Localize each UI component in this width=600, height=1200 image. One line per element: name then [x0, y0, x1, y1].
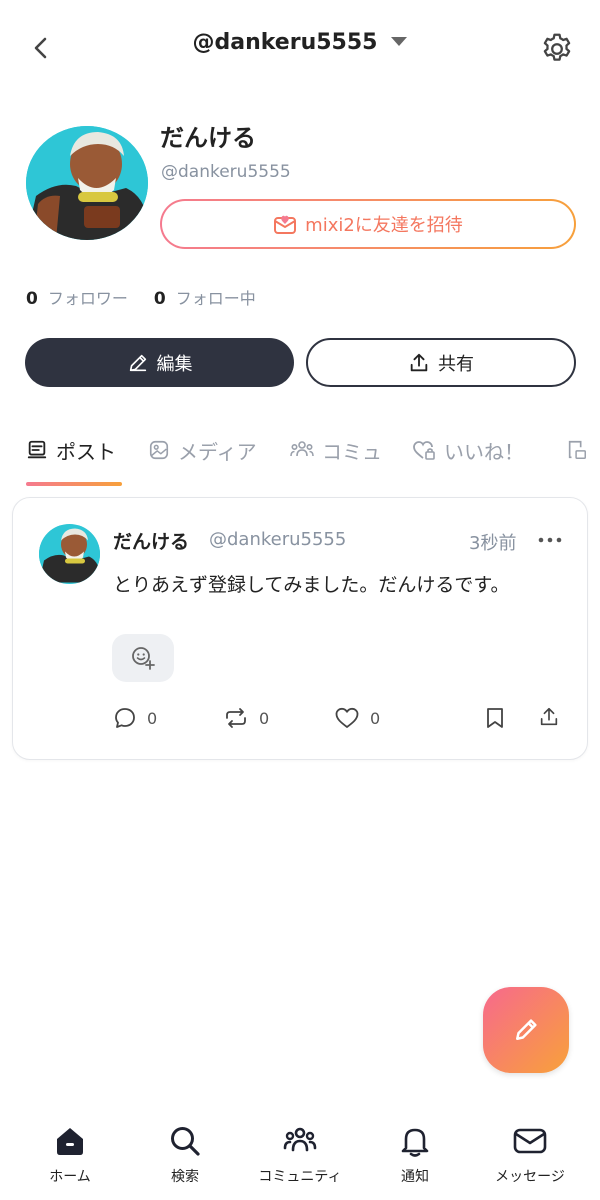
settings-button[interactable]: [536, 28, 578, 70]
tab-label: コミュ: [322, 439, 382, 464]
repost-button[interactable]: 0: [223, 706, 269, 730]
heart-icon: [335, 707, 359, 728]
share-post-button[interactable]: [538, 706, 570, 728]
tab-posts[interactable]: ポスト: [26, 430, 116, 470]
pencil-icon: [516, 1019, 537, 1040]
avatar-illustration: [39, 525, 100, 583]
follow-stats: 0 フォロワー 0 フォロー中: [26, 285, 282, 309]
invite-label: mixi2に友達を招待: [305, 215, 463, 236]
heart-lock-icon: [413, 441, 435, 460]
add-emoji-icon: [132, 647, 155, 670]
avatar-illustration: [26, 126, 148, 240]
repost-icon: [226, 708, 246, 728]
post-body: とりあえず登録してみました。だんけるです。: [113, 574, 510, 596]
repost-count: 0: [259, 708, 270, 728]
image-icon: [149, 440, 169, 460]
nav-label: コミュニティ: [258, 1169, 342, 1185]
nav-notifications[interactable]: 通知: [355, 1124, 475, 1186]
bottom-navigation: ホーム 検索 コミュニティ 通知 メッセージ: [0, 1110, 600, 1200]
reply-count: 0: [147, 708, 158, 728]
caret-down-icon: [391, 36, 408, 46]
profile-handle: @dankeru5555: [161, 162, 291, 182]
followers-label[interactable]: フォロワー: [48, 285, 128, 309]
reply-button[interactable]: 0: [113, 706, 157, 730]
following-label[interactable]: フォロー中: [176, 285, 256, 309]
profile-avatar[interactable]: [26, 126, 148, 240]
tab-community[interactable]: コミュ: [290, 430, 382, 470]
compose-post-button[interactable]: [483, 987, 569, 1073]
mail-icon: [513, 1128, 547, 1154]
account-switcher[interactable]: @dankeru5555: [0, 30, 600, 55]
bookmark-button[interactable]: [485, 706, 515, 730]
tab-more[interactable]: [566, 430, 596, 470]
nav-search[interactable]: 検索: [125, 1124, 245, 1186]
like-count: 0: [370, 708, 381, 728]
community-icon: [290, 441, 314, 457]
gear-icon: [543, 33, 571, 61]
edit-profile-button[interactable]: 編集: [25, 338, 294, 387]
comment-icon: [115, 708, 135, 728]
mail-heart-icon: [274, 215, 297, 234]
search-icon: [171, 1127, 200, 1156]
post-author-name[interactable]: だんける: [113, 527, 189, 554]
app-header: @dankeru5555: [0, 0, 600, 96]
share-profile-button[interactable]: 共有: [306, 338, 576, 387]
nav-label: メッセージ: [495, 1169, 565, 1185]
active-tab-indicator: [26, 482, 122, 486]
post-actions: 0 0 0: [13, 706, 589, 736]
nav-home[interactable]: ホーム: [10, 1124, 130, 1186]
tab-media[interactable]: メディア: [148, 430, 257, 470]
locked-doc-icon: [568, 440, 586, 459]
share-upload-icon: [540, 707, 558, 726]
share-label: 共有: [438, 353, 474, 375]
community-icon: [283, 1127, 317, 1152]
home-icon: [57, 1128, 83, 1155]
edit-label: 編集: [156, 353, 193, 375]
tab-likes[interactable]: いいね！: [412, 430, 524, 470]
add-reaction-button[interactable]: [112, 634, 174, 682]
pencil-icon: [129, 354, 146, 371]
more-horizontal-icon: [538, 537, 562, 543]
nav-label: 通知: [401, 1169, 429, 1185]
display-name: だんける: [160, 124, 256, 152]
nav-label: 検索: [171, 1169, 199, 1185]
bookmark-icon: [487, 708, 503, 728]
tab-label: いいね！: [444, 439, 524, 464]
tab-label: メディア: [178, 439, 257, 464]
nav-label: ホーム: [49, 1169, 91, 1185]
bell-icon: [401, 1128, 429, 1157]
following-count[interactable]: 0: [154, 289, 166, 309]
post-more-button[interactable]: [537, 528, 563, 552]
profile-tabs: ポスト メディア コミュ いいね！: [0, 430, 600, 490]
nav-community[interactable]: コミュニティ: [240, 1124, 360, 1186]
nav-messages[interactable]: メッセージ: [470, 1124, 590, 1186]
tab-label: ポスト: [56, 439, 116, 464]
share-upload-icon: [410, 353, 428, 371]
post-author-handle: @dankeru5555: [209, 529, 347, 550]
post-timestamp: 3秒前: [469, 533, 517, 554]
post-icon: [27, 440, 47, 459]
invite-friends-button[interactable]: mixi2に友達を招待: [160, 199, 576, 249]
followers-count[interactable]: 0: [26, 289, 38, 309]
header-title: @dankeru5555: [192, 30, 378, 55]
post-card[interactable]: だんける @dankeru5555 3秒前 とりあえず登録してみました。だんける…: [12, 497, 588, 760]
post-avatar[interactable]: [39, 524, 100, 584]
like-button[interactable]: 0: [334, 706, 380, 730]
